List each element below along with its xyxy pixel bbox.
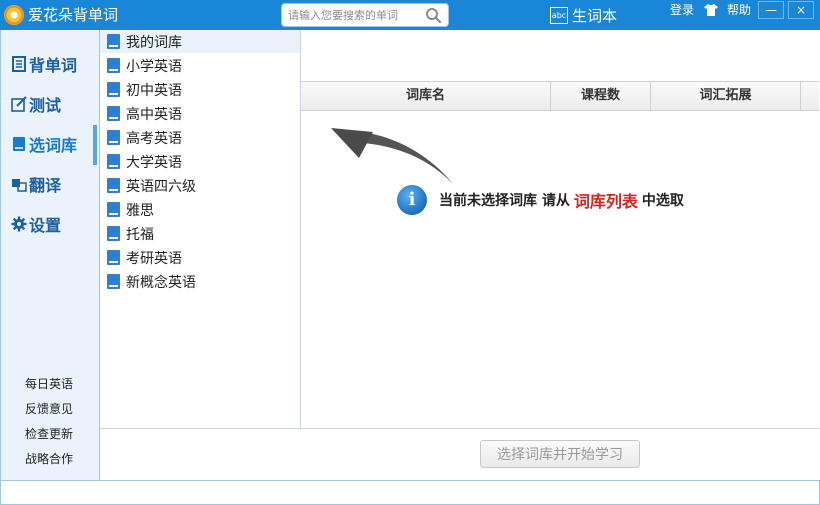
status-bar [0,480,820,505]
nav-test[interactable]: 测试 [11,92,61,116]
vocab-book-button[interactable]: abc 生词本 [550,5,617,25]
nav-settings[interactable]: 设置 [11,212,61,236]
table-header: 词库名 课程数 词汇拓展 [301,81,819,111]
nav-settings-label: 设置 [29,216,62,235]
skin-shirt-icon[interactable] [704,4,718,16]
nav-choose-library-label: 选词库 [29,136,78,155]
library-item-college[interactable]: 大学英语 [100,150,300,173]
column-course-count[interactable]: 课程数 [551,82,651,110]
notice-prefix: 当前未选择词库 请从 [439,193,570,209]
book-icon [107,250,120,265]
search-icon[interactable] [425,7,442,24]
book-icon [107,82,120,97]
column-vocab-expand[interactable]: 词汇拓展 [651,82,801,110]
library-list: 我的词库 小学英语 初中英语 高中英语 高考英语 大学英语 英语四六级 雅思 托… [100,30,301,428]
search-box [281,3,449,27]
library-item-cet[interactable]: 英语四六级 [100,174,300,197]
library-item-postgrad[interactable]: 考研英语 [100,246,300,269]
book-icon [107,130,120,145]
nav-active-indicator [93,125,97,165]
nav-memorize-label: 背单词 [29,56,78,75]
nav-translate-label: 翻译 [29,176,62,195]
login-link[interactable]: 登录 [670,2,694,18]
book-icon [107,274,120,289]
minimize-button[interactable]: — [758,1,784,19]
help-link[interactable]: 帮助 [727,2,751,18]
start-learning-button[interactable]: 选择词库并开始学习 [480,440,640,468]
book-icon [107,226,120,241]
title-bar: 爱花朵背单词 abc 生词本 登录 帮助 — × [0,0,820,30]
app-logo-icon [4,5,24,25]
library-item-my[interactable]: 我的词库 [100,30,300,53]
content-panel: 词库名 课程数 词汇拓展 i 当前未选择词库 请从 词库列表 中选取 [301,30,819,428]
vocab-book-label: 生词本 [572,6,618,25]
info-icon: i [397,185,427,215]
vocab-book-icon: abc [550,6,568,24]
pointer-arrow-icon [331,128,453,184]
card-icon [12,56,26,72]
book-icon [107,34,120,49]
nav-memorize[interactable]: 背单词 [11,52,77,76]
notice-suffix: 中选取 [641,193,684,209]
book-icon [107,178,120,193]
library-item-primary[interactable]: 小学英语 [100,54,300,77]
app-title: 爱花朵背单词 [28,6,119,24]
library-item-senior[interactable]: 高中英语 [100,102,300,125]
notice-highlight: 词库列表 [573,192,638,211]
empty-notice: i 当前未选择词库 请从 词库列表 中选取 [397,184,684,216]
search-input[interactable] [288,7,422,24]
book-icon [107,106,120,121]
book-icon [107,202,120,217]
book-icon [13,137,25,151]
nav-translate[interactable]: 翻译 [11,172,61,196]
library-item-new-concept[interactable]: 新概念英语 [100,270,300,293]
close-button[interactable]: × [788,1,814,19]
book-icon [107,154,120,169]
gear-icon [11,216,27,232]
action-bar: 选择词库并开始学习 [100,428,819,480]
daily-english-link[interactable]: 每日英语 [25,375,73,392]
check-update-link[interactable]: 检查更新 [25,425,73,442]
nav-choose-library[interactable]: 选词库 [11,132,77,156]
feedback-link[interactable]: 反馈意见 [25,400,73,417]
partnership-link[interactable]: 战略合作 [25,450,73,467]
library-item-gaokao[interactable]: 高考英语 [100,126,300,149]
sidebar: 背单词 测试 选词库 翻译 设置 每日英语 反馈意见 检查更新 战略合作 [0,30,100,480]
column-library-name[interactable]: 词库名 [301,82,551,110]
nav-test-label: 测试 [29,96,62,115]
book-icon [107,58,120,73]
library-item-ielts[interactable]: 雅思 [100,198,300,221]
edit-icon [11,96,27,112]
translate-icon [12,179,27,192]
library-item-toefl[interactable]: 托福 [100,222,300,245]
library-item-junior[interactable]: 初中英语 [100,78,300,101]
